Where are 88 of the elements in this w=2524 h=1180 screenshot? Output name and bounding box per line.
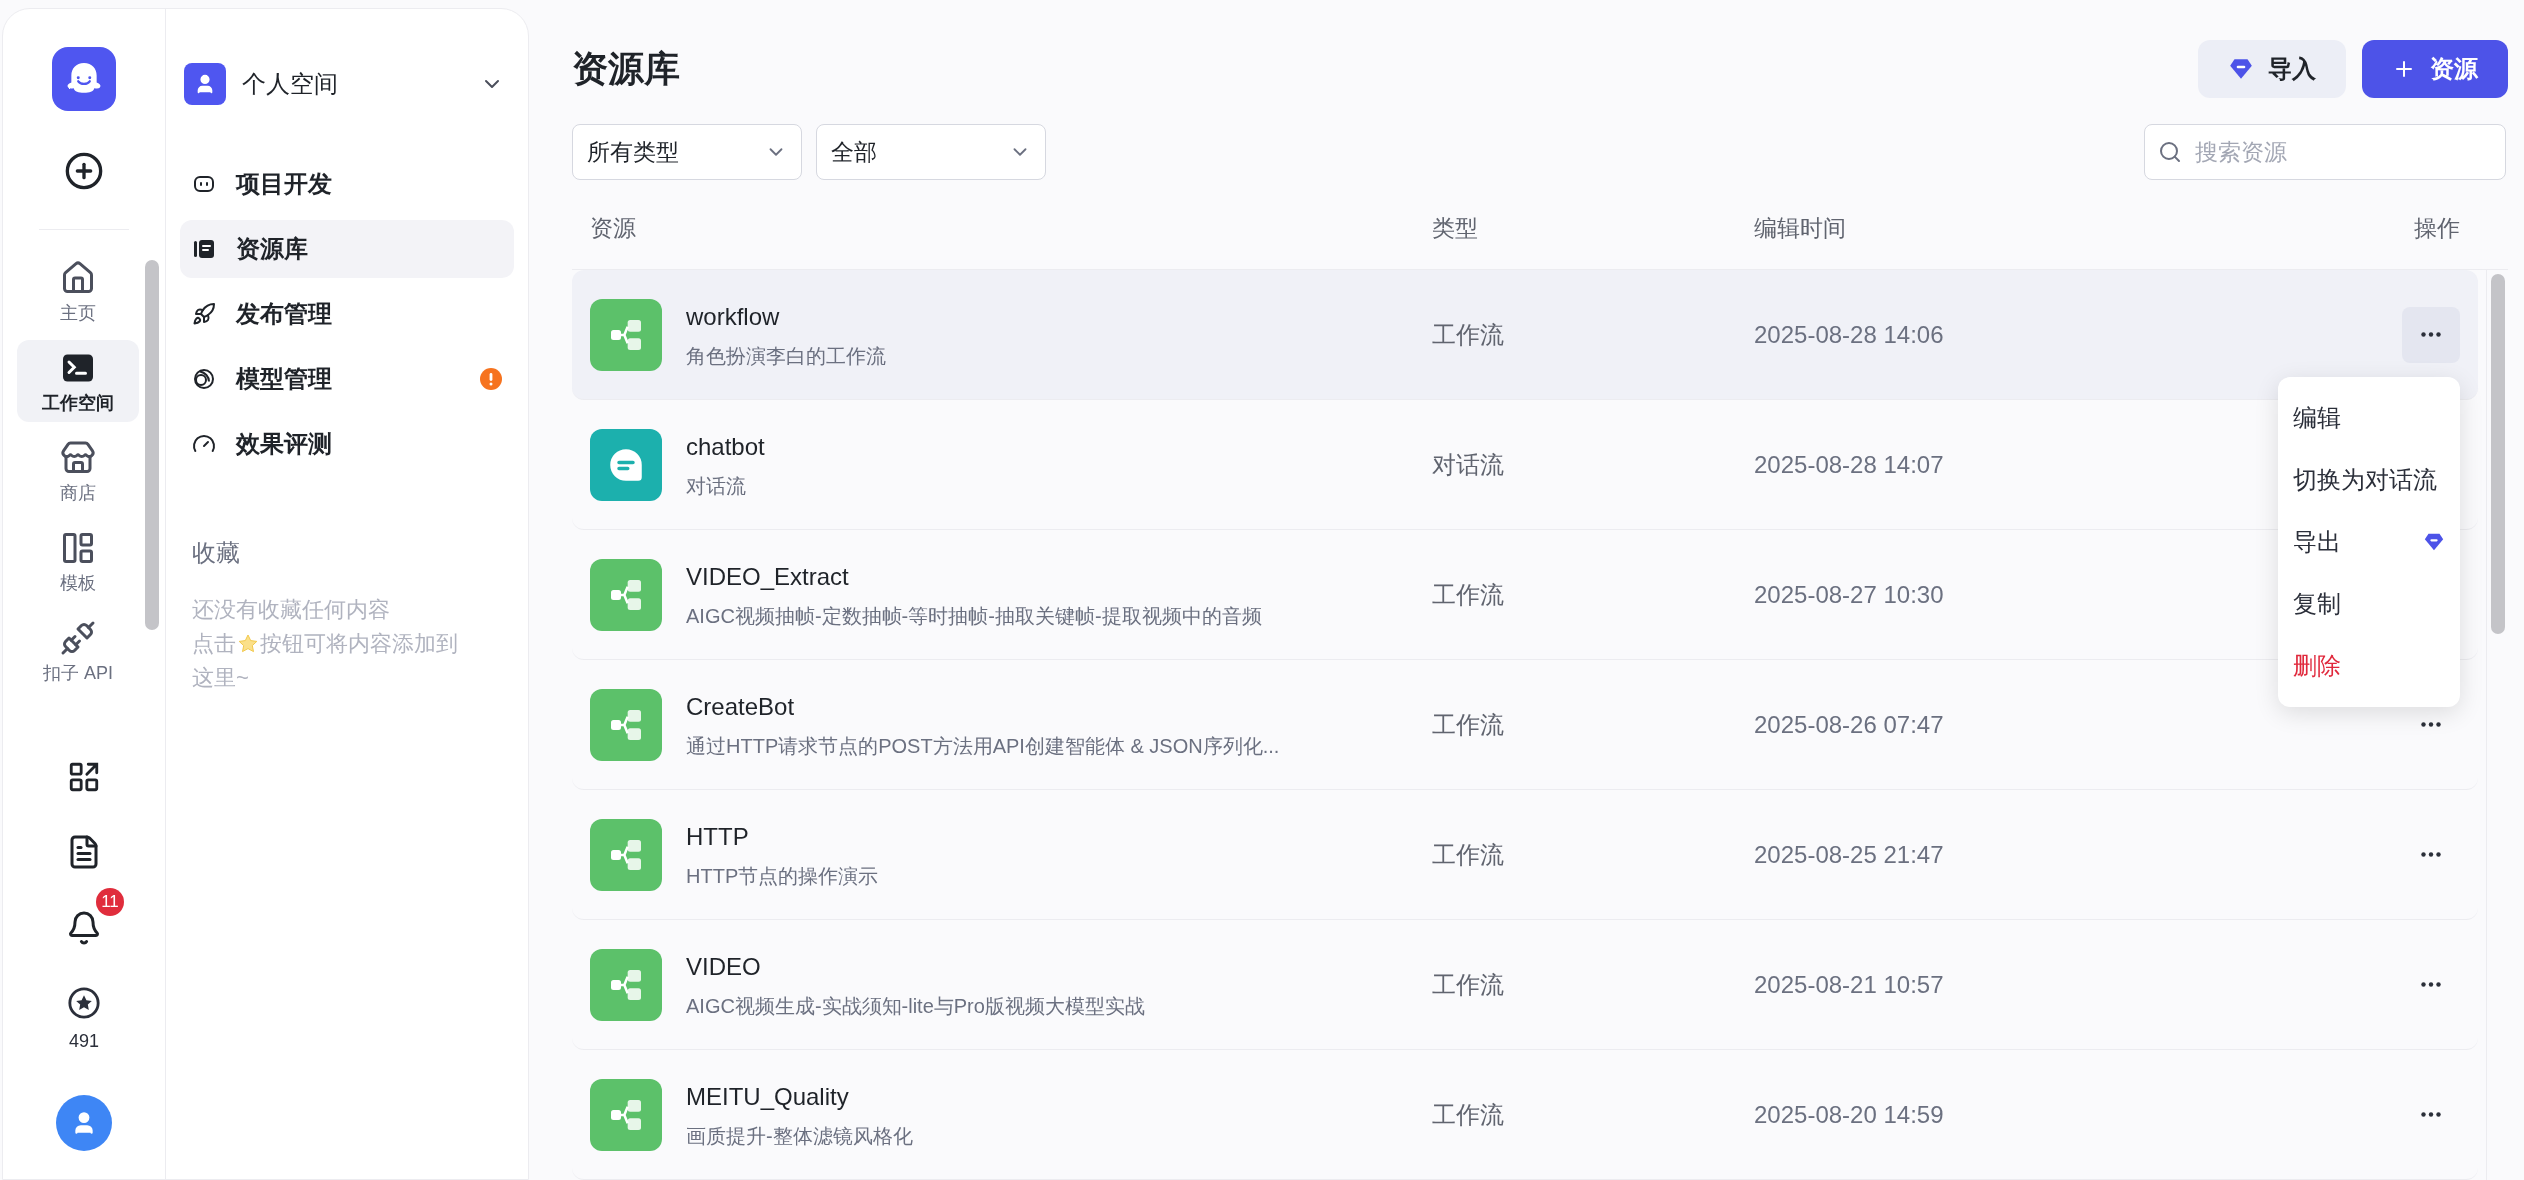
edit-time: 2025-08-27 10:30	[1754, 579, 1944, 610]
resource-description: 角色扮演李白的工作流	[686, 343, 886, 369]
filter-select[interactable]: 所有类型	[572, 124, 802, 180]
app-logo[interactable]	[52, 47, 116, 111]
edit-time: 2025-08-20 14:59	[1754, 1099, 1944, 1130]
edit-time: 2025-08-28 14:07	[1754, 449, 1944, 480]
search-icon	[2158, 140, 2182, 164]
space-switcher[interactable]: 个人空间	[180, 61, 514, 107]
column-header: 操作	[2414, 214, 2460, 244]
home-icon	[60, 260, 96, 296]
rail-nav-item[interactable]: 主页	[17, 250, 139, 332]
favorites-hint-text: 按钮可将内容添加到	[260, 630, 458, 658]
more-icon	[2421, 982, 2441, 987]
edit-time: 2025-08-25 21:47	[1754, 839, 1944, 870]
resource-name: VIDEO	[686, 951, 762, 982]
favorites-heading: 收藏	[192, 538, 241, 568]
resource-name: HTTP	[686, 821, 750, 852]
add-resource-button[interactable]: 资源	[2362, 40, 2508, 98]
apps-icon[interactable]	[67, 760, 101, 794]
rail-nav-item[interactable]: 模板	[17, 520, 139, 602]
more-icon	[2421, 722, 2441, 727]
template-icon	[60, 530, 96, 566]
store-icon	[60, 440, 96, 476]
notification-icon[interactable]	[66, 910, 102, 946]
column-header: 类型	[1432, 214, 1479, 244]
resource-description: HTTP节点的操作演示	[686, 863, 879, 889]
sidebar-item[interactable]: 模型管理	[180, 350, 514, 408]
resource-name: VIDEO_Extract	[686, 561, 850, 592]
resource-description: 对话流	[686, 473, 747, 499]
filter-select[interactable]: 全部	[816, 124, 1046, 180]
workflow-icon	[590, 948, 662, 1021]
column-header: 编辑时间	[1754, 214, 1847, 244]
sidebar-item[interactable]: 发布管理	[180, 285, 514, 343]
model-icon	[192, 367, 216, 391]
rail-nav-item[interactable]: 商店	[17, 430, 139, 512]
column-header: 资源	[590, 214, 637, 244]
resource-type: 工作流	[1432, 709, 1505, 740]
favorites-hint-text: 这里~	[192, 664, 249, 692]
workflow-icon	[590, 298, 662, 371]
workflow-icon	[590, 688, 662, 761]
resource-description: AIGC视频生成-实战须知-lite与Pro版视频大模型实战	[686, 993, 1145, 1019]
resource-type: 对话流	[1432, 449, 1505, 480]
menu-item[interactable]: 切换为对话流	[2278, 448, 2460, 511]
search-field[interactable]: 搜索资源	[2144, 124, 2506, 180]
menu-item[interactable]: 复制	[2278, 572, 2460, 635]
resource-type: 工作流	[1432, 969, 1505, 1000]
resource-name: workflow	[686, 301, 781, 332]
more-icon	[2421, 1112, 2441, 1117]
sidebar-item[interactable]: 效果评测	[180, 415, 514, 473]
favorites-empty-text: 还没有收藏任何内容	[192, 596, 391, 624]
import-button[interactable]: 导入	[2198, 40, 2346, 98]
resource-row[interactable]: MEITU_Quality 画质提升-整体滤镜风格化 工作流 2025-08-20 14:59	[572, 1050, 2478, 1180]
plug-icon	[60, 620, 96, 656]
library-icon	[192, 237, 216, 261]
resource-type: 工作流	[1432, 579, 1505, 610]
edit-time: 2025-08-28 14:06	[1754, 319, 1944, 350]
scrollbar[interactable]	[2490, 274, 2505, 634]
rail-nav-item[interactable]: 扣子 API	[17, 610, 139, 692]
more-icon	[2421, 332, 2441, 337]
resource-name: chatbot	[686, 431, 765, 462]
edit-time: 2025-08-21 10:57	[1754, 969, 1944, 1000]
space-avatar	[184, 63, 226, 105]
workflow-icon	[590, 558, 662, 631]
chat-bubble-icon	[590, 428, 662, 501]
more-icon	[2421, 852, 2441, 857]
resource-type: 工作流	[1432, 1099, 1505, 1130]
resource-type: 工作流	[1432, 319, 1505, 350]
resource-type: 工作流	[1432, 839, 1505, 870]
rail-nav-item[interactable]: 工作空间	[17, 340, 139, 422]
resource-row[interactable]: HTTP HTTP节点的操作演示 工作流 2025-08-25 21:47	[572, 790, 2478, 920]
resource-description: 画质提升-整体滤镜风格化	[686, 1123, 913, 1149]
sidebar-item[interactable]: 项目开发	[180, 155, 514, 213]
workflow-icon	[590, 1078, 662, 1151]
favorites-hint-text: 点击	[192, 630, 236, 658]
workflow-icon	[590, 818, 662, 891]
sidebar-item[interactable]: 资源库	[180, 220, 514, 278]
resource-description: 通过HTTP请求节点的POST方法用API创建智能体 & JSON序列化...	[686, 733, 1280, 759]
rocket-icon	[192, 302, 216, 326]
create-icon[interactable]	[64, 151, 104, 191]
scrollbar[interactable]	[145, 260, 159, 630]
resource-row[interactable]: VIDEO AIGC视频生成-实战须知-lite与Pro版视频大模型实战 工作流 2025-08-21 10:57	[572, 920, 2478, 1050]
page-title: 资源库	[572, 47, 681, 91]
resource-name: MEITU_Quality	[686, 1081, 850, 1112]
resource-description: AIGC视频抽帧-定数抽帧-等时抽帧-抽取关键帧-提取视频中的音频	[686, 603, 1262, 629]
edit-time: 2025-08-26 07:47	[1754, 709, 1944, 740]
user-avatar[interactable]	[56, 1095, 112, 1151]
notification-badge: 11	[96, 888, 124, 916]
points-count: 491	[68, 1030, 99, 1053]
